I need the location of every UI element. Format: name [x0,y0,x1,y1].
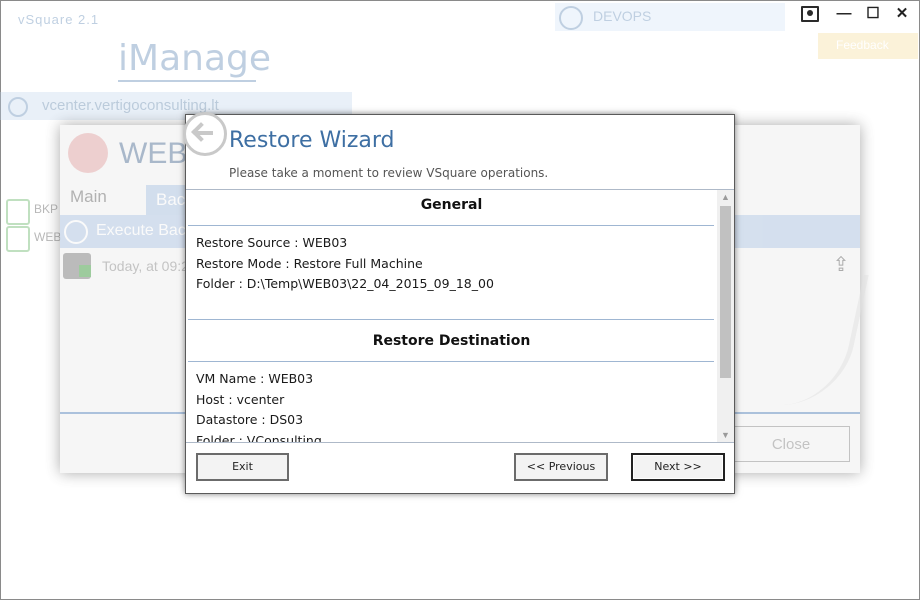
exit-button[interactable]: Exit [196,453,289,481]
server-label: vcenter.vertigoconsulting.lt [42,97,219,114]
previous-button[interactable]: << Previous [514,453,608,481]
vm-icon[interactable] [6,226,30,252]
checkmark-watermark-icon [736,275,869,405]
section-divider [188,319,714,320]
logo-underline [118,80,256,82]
section-title-general: General [420,197,483,213]
summary-row: Folder : VConsulting [196,433,322,442]
scrollbar-thumb[interactable] [720,206,731,378]
backup-timestamp: Today, at 09:24 [102,258,197,274]
close-button-label: Close [771,436,811,453]
user-pill[interactable]: DEVOPS [555,3,785,31]
footer-divider [186,442,734,443]
section-title-destination: Restore Destination [372,333,531,349]
back-arrow-icon[interactable] [183,112,227,156]
server-status-icon [8,97,28,117]
summary-scroll-area[interactable]: General Restore Source : WEB03 Restore M… [186,190,717,442]
summary-row: Folder : D:\Temp\WEB03\22_04_2015_09_18_… [196,276,494,291]
tab-main[interactable]: Main [70,187,107,207]
side-item-label: WEB [34,230,62,244]
app-logo-text: iManage [118,38,271,79]
section-divider [188,361,714,362]
feedback-label: Feedback [836,38,889,52]
maximize-button[interactable]: ☐ [864,5,882,23]
account-icon[interactable] [801,6,819,22]
tab-backup[interactable]: Backup [146,185,213,215]
restore-wizard-dialog: Restore Wizard Please take a moment to r… [183,112,735,494]
user-name: DEVOPS [593,8,652,24]
scroll-up-icon[interactable]: ▲ [717,190,734,204]
feedback-button[interactable]: Feedback [818,33,918,59]
app-title: vSquare 2.1 [18,12,100,27]
summary-row: VM Name : WEB03 [196,371,314,386]
wizard-title: Restore Wizard [229,128,395,153]
download-icon [64,220,88,244]
summary-row: Restore Mode : Restore Full Machine [196,256,423,271]
wizard-subtitle: Please take a moment to review VSquare o… [229,166,549,180]
close-button[interactable]: Close [732,426,850,462]
user-logo-icon [559,6,583,30]
close-window-button[interactable]: ✕ [893,5,911,23]
server-icon [63,253,91,279]
vertical-scrollbar[interactable]: ▲ ▼ [717,190,734,442]
upload-icon[interactable]: ⇪ [830,253,852,277]
vm-logo-icon [68,133,108,173]
minimize-button[interactable]: — [835,5,853,23]
next-button[interactable]: Next >> [631,453,725,481]
scroll-down-icon[interactable]: ▼ [717,428,734,442]
vm-icon[interactable] [6,199,30,225]
summary-row: Host : vcenter [196,392,285,407]
section-divider [188,225,714,226]
summary-row: Restore Source : WEB03 [196,235,348,250]
summary-row: Datastore : DS03 [196,412,304,427]
side-item-label: BKP [34,202,59,216]
